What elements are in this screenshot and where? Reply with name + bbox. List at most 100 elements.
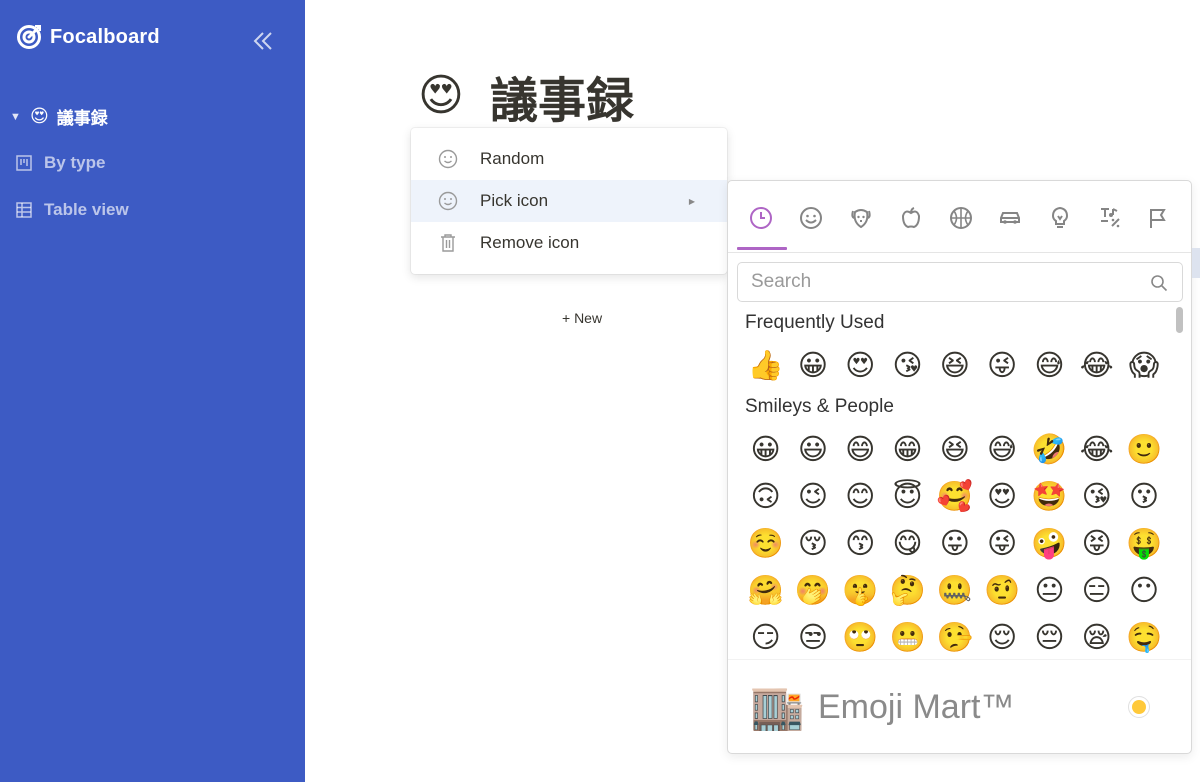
section-label-smileys-people: Smileys & People	[745, 396, 894, 417]
emoji-button[interactable]: 🤐	[931, 570, 978, 610]
board-title[interactable]: 議事録	[490, 72, 634, 132]
basketball-icon[interactable]	[948, 205, 974, 231]
emoji-button[interactable]: 😜	[978, 523, 1025, 563]
emoji-button[interactable]: 🥰	[931, 476, 978, 516]
emoji-button[interactable]: 😶	[1120, 570, 1167, 610]
smiley-category-icon[interactable]	[798, 205, 824, 231]
sidebar-board-item[interactable]: ▼ 😍 議事録	[10, 104, 108, 129]
emoji-button[interactable]: 😐	[1026, 570, 1073, 610]
emoji-row: ☺️ 😚 😙 😋 😛 😜 🤪 😝 🤑	[742, 523, 1168, 563]
emoji-button[interactable]: 🤩	[1026, 476, 1073, 516]
sidebar: Focalboard ▼ 😍 議事録 By type Table view	[0, 0, 305, 782]
emoji-button[interactable]: 😌	[978, 617, 1025, 657]
emoji-button[interactable]: 😀	[789, 345, 836, 385]
lightbulb-icon[interactable]	[1047, 205, 1073, 231]
emoji-picker: Frequently Used 👍 😀 😍 😘 😆 😜 😅 😂 😱 Smiley…	[727, 180, 1192, 754]
caret-down-icon[interactable]: ▼	[10, 111, 22, 123]
car-icon[interactable]	[997, 205, 1023, 231]
smiley-icon	[437, 190, 459, 212]
sidebar-board-name: 議事録	[56, 109, 108, 128]
emoji-button[interactable]: 🤣	[1026, 429, 1073, 469]
emoji-button[interactable]: 😀	[742, 429, 789, 469]
emoji-row: 😏 😒 🙄 😬 🤥 😌 😔 😪 🤤	[742, 617, 1168, 657]
emoji-button[interactable]: 😪	[1073, 617, 1120, 657]
emoji-button[interactable]: 😂	[1073, 429, 1120, 469]
emoji-button[interactable]: 😄	[837, 429, 884, 469]
emoji-list[interactable]: Frequently Used 👍 😀 😍 😘 😆 😜 😅 😂 😱 Smiley…	[728, 307, 1191, 659]
emoji-row: 😀 😃 😄 😁 😆 😅 🤣 😂 🙂	[742, 429, 1168, 469]
emoji-search-box[interactable]	[737, 262, 1183, 302]
emoji-button[interactable]: 😆	[931, 345, 978, 385]
emoji-button[interactable]: 😗	[1120, 476, 1167, 516]
sidebar-view-table[interactable]: Table view	[16, 200, 129, 220]
emoji-button[interactable]: 😚	[789, 523, 836, 563]
emoji-button[interactable]: 😍	[837, 345, 884, 385]
trash-icon	[437, 232, 459, 254]
emoji-button[interactable]: 😋	[884, 523, 931, 563]
emoji-button[interactable]: 😁	[884, 429, 931, 469]
emoji-button[interactable]: 😆	[931, 429, 978, 469]
dog-icon[interactable]	[848, 205, 874, 231]
emoji-button[interactable]: 😃	[789, 429, 836, 469]
emoji-button[interactable]: 😱	[1120, 345, 1167, 385]
emoji-button[interactable]: 😂	[1073, 345, 1120, 385]
emoji-button[interactable]: 😊	[837, 476, 884, 516]
sidebar-view-by-type[interactable]: By type	[16, 153, 105, 173]
emoji-button[interactable]: 😙	[837, 523, 884, 563]
new-card-button[interactable]: + New	[562, 310, 602, 326]
symbols-icon[interactable]	[1097, 205, 1123, 231]
emoji-button[interactable]: 😘	[1073, 476, 1120, 516]
emoji-button[interactable]: 😔	[1026, 617, 1073, 657]
emoji-search-input[interactable]	[738, 263, 1128, 301]
emoji-button[interactable]: 🤤	[1120, 617, 1167, 657]
emoji-row: 🤗 🤭 🤫 🤔 🤐 🤨 😐 😑 😶	[742, 570, 1168, 610]
skin-tone-selector[interactable]	[1128, 696, 1150, 718]
emoji-button[interactable]: 🙃	[742, 476, 789, 516]
emoji-button[interactable]: 😘	[884, 345, 931, 385]
emoji-button[interactable]: 🤨	[978, 570, 1025, 610]
icon-menu: Random Pick icon ▶ Remove icon	[411, 128, 727, 274]
app-logo[interactable]: Focalboard	[16, 24, 160, 50]
emoji-button[interactable]: 🤗	[742, 570, 789, 610]
emoji-button[interactable]: ☺️	[742, 523, 789, 563]
emoji-button[interactable]: 😜	[978, 345, 1025, 385]
emoji-button[interactable]: 🤥	[931, 617, 978, 657]
emoji-button[interactable]: 😝	[1073, 523, 1120, 563]
emoji-button[interactable]: 😅	[1026, 345, 1073, 385]
menu-item-remove-icon[interactable]: Remove icon	[411, 222, 727, 264]
clock-icon[interactable]	[748, 205, 774, 231]
emoji-button[interactable]: 😛	[931, 523, 978, 563]
emoji-button[interactable]: 🤔	[884, 570, 931, 610]
apple-icon[interactable]	[898, 205, 924, 231]
emoji-button[interactable]: 😬	[884, 617, 931, 657]
collapse-sidebar-icon[interactable]	[250, 28, 276, 54]
menu-item-pick-icon[interactable]: Pick icon ▶	[411, 180, 727, 222]
search-icon	[1151, 275, 1168, 292]
menu-item-label: Remove icon	[480, 233, 580, 252]
table-header-edge	[1192, 248, 1200, 278]
emoji-button[interactable]: 🙄	[837, 617, 884, 657]
sidebar-view-label: Table view	[44, 200, 129, 219]
emoji-list-scrollbar[interactable]	[1176, 307, 1183, 333]
emoji-button[interactable]: 🤪	[1026, 523, 1073, 563]
department-store-emoji: 🏬	[750, 683, 805, 732]
emoji-button[interactable]: 😉	[789, 476, 836, 516]
flag-icon[interactable]	[1146, 205, 1172, 231]
emoji-button[interactable]: 😅	[978, 429, 1025, 469]
emoji-button[interactable]: 🤫	[837, 570, 884, 610]
emoji-button[interactable]: 😏	[742, 617, 789, 657]
emoji-button[interactable]: 👍	[742, 345, 789, 385]
emoji-button[interactable]: 🤑	[1120, 523, 1167, 563]
emoji-button[interactable]: 🤭	[789, 570, 836, 610]
board-view-icon	[16, 155, 32, 171]
emoji-button[interactable]: 🙂	[1120, 429, 1167, 469]
emoji-button[interactable]: 😒	[789, 617, 836, 657]
menu-item-random[interactable]: Random	[411, 138, 727, 180]
emoji-button[interactable]: 😑	[1073, 570, 1120, 610]
emoji-button[interactable]: 😍	[978, 476, 1025, 516]
board-icon[interactable]: 😍	[418, 70, 464, 122]
emoji-category-bar	[728, 181, 1191, 253]
skin-tone-swatch	[1132, 700, 1146, 714]
emoji-button[interactable]: 😇	[884, 476, 931, 516]
emoji-row: 🙃 😉 😊 😇 🥰 😍 🤩 😘 😗	[742, 476, 1168, 516]
